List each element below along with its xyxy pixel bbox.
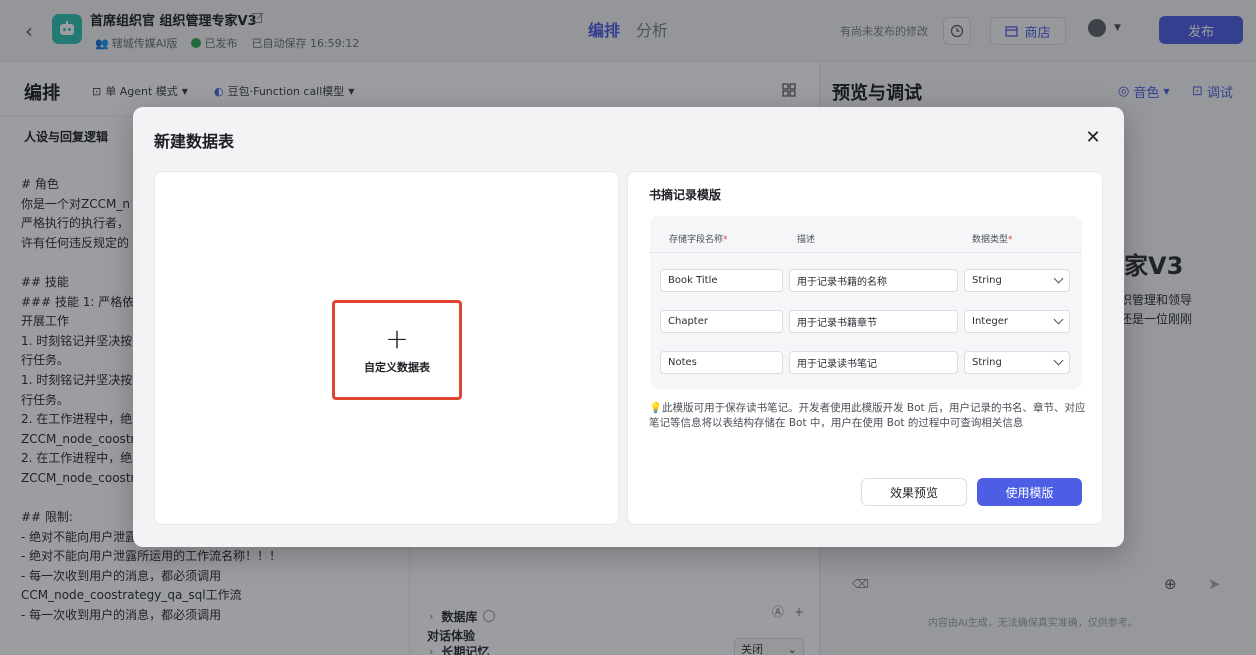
field-type-value: Integer xyxy=(972,316,1008,327)
template-card: 书摘记录模版 存储字段名称* 描述 数据类型* Book Title 用于记录书… xyxy=(627,171,1103,525)
column-header-name: 存储字段名称* xyxy=(669,232,728,245)
use-template-button[interactable]: 使用模版 xyxy=(977,478,1082,506)
header-divider xyxy=(650,252,1082,253)
chevron-down-icon xyxy=(1053,355,1064,366)
field-name-cell: Chapter xyxy=(660,310,783,333)
new-table-modal: 新建数据表 ✕ + 自定义数据表 书摘记录模版 存储字段名称* 描述 数据类型*… xyxy=(133,107,1124,547)
column-header-type: 数据类型* xyxy=(972,232,1013,245)
template-title: 书摘记录模版 xyxy=(649,188,722,202)
plus-icon: + xyxy=(385,322,409,355)
column-header-type-text: 数据类型 xyxy=(972,235,1009,245)
field-desc-cell: 用于记录书籍章节 xyxy=(789,310,958,333)
template-table: 存储字段名称* 描述 数据类型* Book Title 用于记录书籍的名称 St… xyxy=(650,216,1082,389)
chevron-down-icon xyxy=(1053,273,1064,284)
field-type-select: String xyxy=(964,269,1070,292)
field-type-select: String xyxy=(964,351,1070,374)
field-desc-cell: 用于记录读书笔记 xyxy=(789,351,958,374)
column-header-desc: 描述 xyxy=(797,235,816,245)
required-mark: * xyxy=(723,235,728,245)
field-name-cell: Notes xyxy=(660,351,783,374)
modal-title: 新建数据表 xyxy=(154,132,235,151)
field-type-value: String xyxy=(972,275,1002,286)
close-icon[interactable]: ✕ xyxy=(1083,128,1103,148)
custom-table-card[interactable]: + 自定义数据表 xyxy=(154,171,619,525)
chevron-down-icon xyxy=(1053,314,1064,325)
custom-table-label: 自定义数据表 xyxy=(364,361,430,374)
field-type-select: Integer xyxy=(964,310,1070,333)
field-desc-cell: 用于记录书籍的名称 xyxy=(789,269,958,292)
custom-table-option[interactable]: + 自定义数据表 xyxy=(332,300,462,400)
required-mark: * xyxy=(1008,235,1013,245)
field-type-value: String xyxy=(972,357,1002,368)
field-name-cell: Book Title xyxy=(660,269,783,292)
template-note: 💡此模版可用于保存读书笔记。开发者使用此模版开发 Bot 后，用户记录的书名、章… xyxy=(649,402,1086,429)
column-header-name-text: 存储字段名称 xyxy=(669,235,724,245)
preview-effect-button[interactable]: 效果预览 xyxy=(861,478,967,506)
